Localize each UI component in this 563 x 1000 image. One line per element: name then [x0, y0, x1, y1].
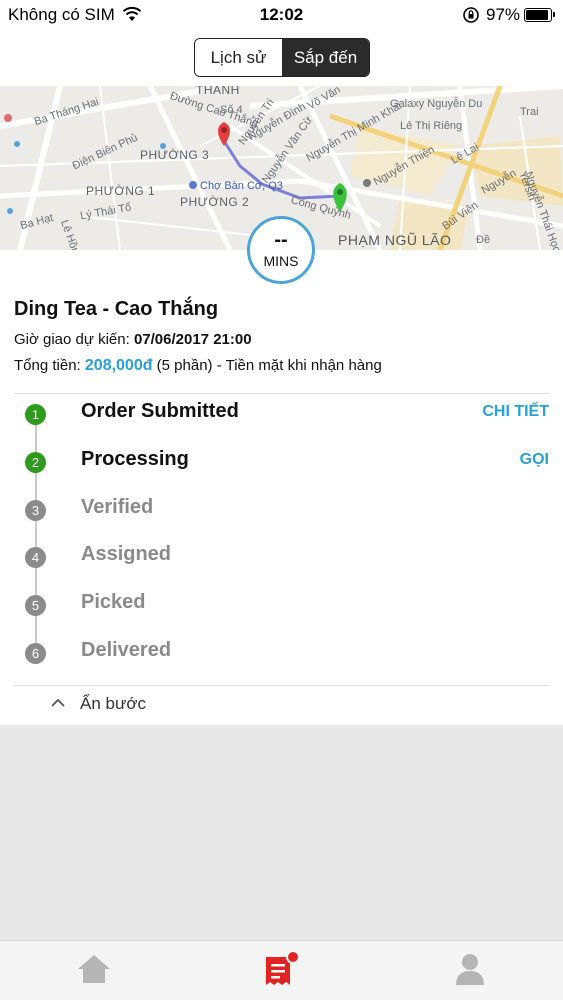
step-number: 1	[25, 404, 46, 425]
orders-icon	[263, 949, 301, 992]
eta-timer: -- MINS	[247, 216, 315, 284]
home-icon	[76, 953, 112, 990]
step-picked: 5 Picked	[0, 588, 563, 634]
hide-steps-toggle[interactable]: Ẩn bước	[50, 694, 146, 714]
empty-area	[0, 725, 563, 940]
tab-home[interactable]	[0, 941, 188, 1000]
step-label: Assigned	[81, 543, 172, 565]
map-label: THANH	[196, 86, 240, 97]
step-label: Verified	[81, 496, 154, 518]
battery-fill	[526, 10, 548, 20]
map-label: PHẠM NGŨ LÃO	[338, 232, 452, 248]
divider	[14, 393, 549, 394]
step-number: 5	[25, 595, 46, 616]
divider	[14, 685, 549, 686]
step-delivered: 6 Delivered	[0, 636, 563, 682]
call-button[interactable]: GỌI	[520, 451, 549, 469]
step-label: Order Submitted	[81, 400, 239, 422]
tab-orders[interactable]	[188, 941, 376, 1000]
timer-value: --	[274, 229, 288, 251]
details-button[interactable]: CHI TIẾT	[482, 403, 549, 421]
step-number: 3	[25, 500, 46, 521]
tab-profile[interactable]	[376, 941, 563, 1000]
map-label: PHƯỜNG 2	[180, 195, 250, 209]
eta-value: 07/06/2017 21:00	[133, 331, 252, 348]
eta-label: Giờ giao dự kiến:	[14, 331, 130, 348]
step-number: 6	[25, 643, 46, 664]
step-number: 4	[25, 547, 46, 568]
step-label: Picked	[81, 591, 146, 613]
rotation-lock-icon	[462, 6, 480, 29]
tab-upcoming[interactable]: Sắp đến	[282, 39, 369, 76]
eta-line: Giờ giao dự kiến: 07/06/2017 21:00	[14, 331, 252, 348]
total-line: Tổng tiền: 208,000đ (5 phần) - Tiền mặt …	[14, 357, 382, 375]
step-assigned: 4 Assigned	[0, 540, 563, 586]
total-label: Tổng tiền:	[14, 357, 81, 374]
profile-icon	[454, 952, 486, 991]
step-verified: 3 Verified	[0, 493, 563, 539]
step-number: 2	[25, 452, 46, 473]
segmented-control: Lịch sử Sắp đến	[194, 38, 370, 77]
map-label: Galaxy Nguyễn Du	[390, 98, 483, 110]
step-label: Delivered	[81, 639, 172, 661]
map-label: PHƯỜNG 1	[86, 184, 156, 198]
hide-steps-label: Ẩn bước	[80, 694, 146, 713]
total-suffix: (5 phần) - Tiền mặt khi nhận hàng	[156, 357, 382, 374]
battery-percent: 97%	[486, 5, 521, 24]
map-label: Lê Thị Riêng	[400, 120, 463, 132]
chevron-up-icon	[50, 695, 66, 713]
step-order-submitted: 1 Order Submitted CHI TIẾT	[0, 397, 563, 443]
map-label: Đề	[476, 234, 491, 246]
step-label: Processing	[81, 448, 189, 470]
step-processing: 2 Processing GỌI	[0, 445, 563, 491]
tab-history[interactable]: Lịch sử	[195, 39, 282, 76]
map-label: PHƯỜNG 3	[140, 148, 210, 162]
bottom-tab-bar	[0, 940, 563, 1000]
status-bar: Không có SIM 12:02 97%	[0, 0, 563, 30]
total-price: 208,000đ	[84, 357, 153, 374]
map-label: Trai	[520, 106, 539, 118]
battery-icon	[524, 8, 555, 22]
store-name: Ding Tea - Cao Thắng	[14, 298, 219, 320]
map-label: Số 4	[220, 104, 243, 116]
timer-unit: MINS	[263, 253, 299, 269]
